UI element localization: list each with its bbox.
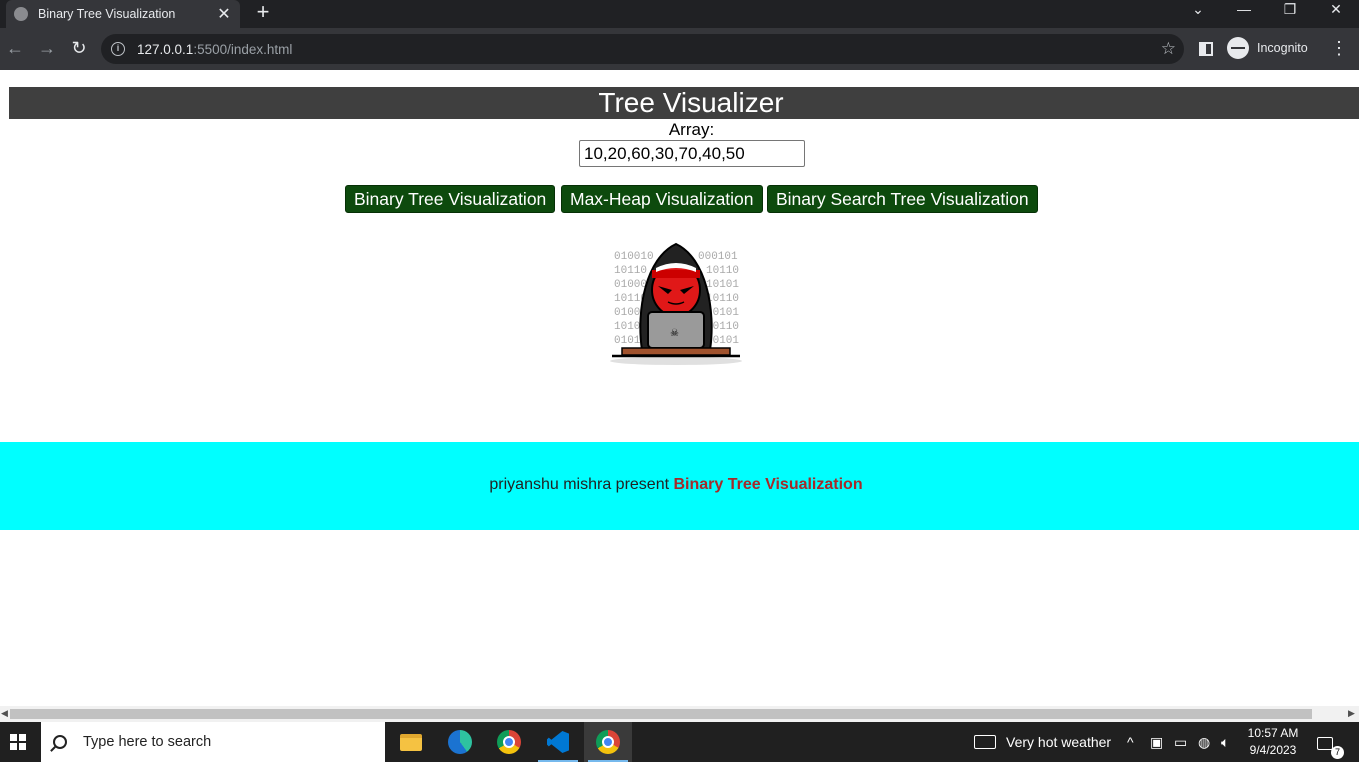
hacker-illustration: 010010 10110 01000 10110 01001 10101 010…: [610, 242, 742, 365]
meet-icon[interactable]: ▣: [1150, 722, 1163, 762]
clock[interactable]: 10:57 AM 9/4/2023: [1241, 725, 1305, 759]
page-title: Tree Visualizer: [598, 87, 784, 118]
chrome-incognito-app[interactable]: [584, 722, 632, 762]
minimize-button[interactable]: —: [1221, 0, 1267, 20]
taskbar-search[interactable]: Type here to search: [41, 722, 385, 762]
folder-icon: [400, 733, 422, 751]
weather-text: Very hot weather: [1006, 734, 1112, 750]
network-globe-icon[interactable]: ◍: [1198, 722, 1210, 762]
file-explorer-app[interactable]: [387, 722, 435, 762]
browser-tab[interactable]: Binary Tree Visualization ✕: [6, 0, 240, 28]
volume-icon[interactable]: 🔈︎: [1221, 722, 1229, 762]
vscode-icon: [547, 731, 569, 753]
taskbar: Type here to search Very hot weather ^ ▣…: [0, 722, 1359, 762]
address-bar[interactable]: i 127.0.0.1:5500/index.html ☆: [101, 34, 1184, 64]
url-path: :5500/index.html: [193, 41, 293, 57]
svg-text:☠: ☠: [670, 328, 679, 339]
binary-digits-right: 10101: [706, 279, 739, 291]
chrome-icon: [497, 730, 521, 754]
reload-button[interactable]: ↻: [68, 38, 90, 58]
array-label: Array:: [668, 120, 715, 139]
tab-close-icon[interactable]: ✕: [216, 4, 232, 24]
vscode-app[interactable]: [534, 722, 582, 762]
binary-digits-left: 010010: [614, 251, 654, 263]
max-heap-button[interactable]: Max-Heap Visualization: [561, 185, 763, 213]
new-tab-button[interactable]: +: [252, 1, 274, 23]
tab-strip: Binary Tree Visualization ✕ + ⌄ — ❐ ✕: [0, 0, 1359, 28]
footer: priyanshu mishra present Binary Tree Vis…: [0, 442, 1359, 530]
tab-title: Binary Tree Visualization: [38, 7, 176, 21]
chrome-app[interactable]: [485, 722, 533, 762]
horizontal-scrollbar[interactable]: ◀ ▶: [0, 706, 1359, 722]
binary-tree-button[interactable]: Binary Tree Visualization: [345, 185, 556, 213]
battery-icon[interactable]: ▭: [1174, 722, 1187, 762]
binary-digits-left: 10110: [614, 265, 647, 277]
start-button[interactable]: [0, 722, 40, 762]
search-placeholder: Type here to search: [83, 734, 212, 750]
forward-button[interactable]: →: [36, 38, 58, 58]
scroll-left-arrow-icon[interactable]: ◀: [1, 708, 8, 719]
footer-brand: Binary Tree Visualization: [673, 476, 863, 493]
page-viewport: Tree Visualizer Array: Binary Tree Visua…: [0, 70, 1359, 706]
incognito-icon: [1227, 37, 1249, 59]
news-icon: [974, 735, 996, 749]
incognito-indicator[interactable]: Incognito: [1227, 37, 1308, 59]
tab-search-icon[interactable]: ⌄: [1175, 0, 1221, 20]
bookmark-star-icon[interactable]: ☆: [1161, 39, 1176, 59]
close-window-button[interactable]: ✕: [1313, 0, 1359, 20]
incognito-label: Incognito: [1257, 41, 1308, 55]
clock-date: 9/4/2023: [1249, 743, 1297, 757]
binary-digits-right: 000101: [698, 251, 738, 263]
edge-icon: [448, 730, 472, 754]
clock-time: 10:57 AM: [1247, 726, 1299, 740]
restore-button[interactable]: ❐: [1267, 0, 1313, 20]
show-hidden-icons-chevron-icon[interactable]: ^: [1127, 722, 1134, 762]
footer-text: priyanshu mishra present Binary Tree Vis…: [0, 476, 1352, 494]
search-icon: [53, 735, 67, 749]
binary-digits-left: 01000: [614, 279, 647, 291]
globe-icon: [14, 7, 28, 21]
page-header: Tree Visualizer: [9, 87, 1359, 119]
scrollbar-thumb[interactable]: [10, 709, 1312, 719]
binary-digits-right: 10110: [706, 265, 739, 277]
edge-app[interactable]: [436, 722, 484, 762]
browser-toolbar: ← → ↻ i 127.0.0.1:5500/index.html ☆ Inco…: [0, 28, 1359, 70]
weather-widget[interactable]: Very hot weather: [974, 722, 1111, 762]
array-input[interactable]: [579, 140, 805, 167]
site-info-icon[interactable]: i: [111, 42, 125, 56]
notification-center-icon[interactable]: 7: [1317, 722, 1347, 762]
notification-count-badge: 7: [1331, 746, 1344, 759]
side-panel-icon[interactable]: [1199, 42, 1213, 56]
url-host: 127.0.0.1: [137, 41, 194, 57]
scroll-right-arrow-icon[interactable]: ▶: [1348, 708, 1355, 719]
windows-logo-icon: [10, 734, 26, 750]
back-button[interactable]: ←: [4, 38, 26, 58]
bst-button[interactable]: Binary Search Tree Visualization: [767, 185, 1038, 213]
footer-prefix: priyanshu mishra present: [489, 476, 670, 493]
browser-menu-icon[interactable]: ⋮: [1330, 38, 1348, 58]
chrome-icon: [596, 730, 620, 754]
